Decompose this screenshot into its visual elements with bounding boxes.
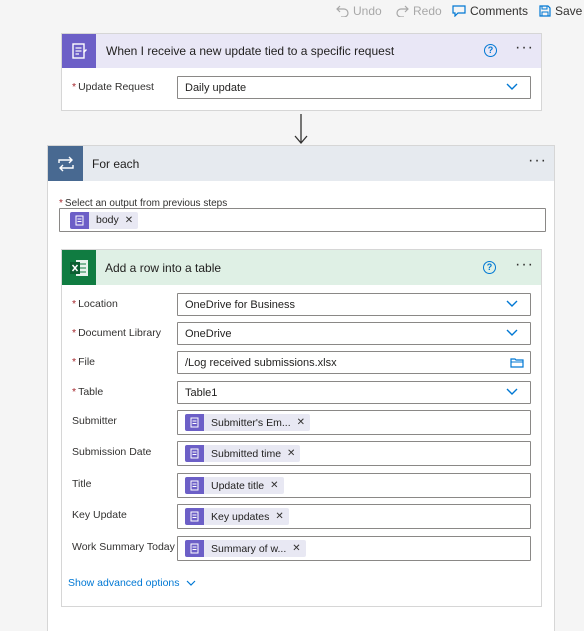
submission-date-input[interactable]: Submitted time ✕ — [177, 441, 531, 466]
document-library-label: * Document Library — [72, 327, 161, 339]
excel-icon-box — [62, 250, 96, 285]
undo-button[interactable]: Undo — [336, 4, 382, 18]
table-label: * Table — [72, 386, 104, 398]
help-icon[interactable]: ? — [483, 261, 496, 274]
key-update-token[interactable]: Key updates ✕ — [185, 508, 289, 525]
remove-token-icon[interactable]: ✕ — [297, 417, 305, 428]
work-summary-token[interactable]: Summary of w... ✕ — [185, 540, 306, 557]
file-input[interactable]: /Log received submissions.xlsx — [177, 351, 531, 374]
loop-icon — [57, 156, 74, 171]
work-summary-token-label: Summary of w... — [211, 542, 287, 555]
undo-icon — [336, 5, 349, 17]
comments-label: Comments — [470, 4, 529, 18]
submission-date-label: Submission Date — [72, 446, 152, 458]
form-icon — [185, 540, 204, 557]
show-advanced-options-link[interactable]: Show advanced options — [68, 577, 196, 589]
remove-token-icon[interactable]: ✕ — [292, 543, 300, 554]
body-token-label: body — [96, 214, 119, 226]
redo-label: Redo — [413, 4, 442, 18]
submitter-token[interactable]: Submitter's Em... ✕ — [185, 414, 310, 431]
foreach-title: For each — [92, 156, 140, 171]
submitter-label: Submitter — [72, 415, 117, 427]
more-options-icon[interactable]: ··· — [528, 153, 547, 169]
chevron-down-icon — [506, 300, 518, 307]
trigger-icon-box — [62, 34, 96, 68]
form-icon — [185, 508, 204, 525]
comments-button[interactable]: Comments — [452, 4, 528, 18]
work-summary-input[interactable]: Summary of w... ✕ — [177, 536, 531, 561]
trigger-title: When I receive a new update tied to a sp… — [106, 44, 395, 58]
location-value: OneDrive for Business — [185, 298, 296, 311]
submitter-token-label: Submitter's Em... — [211, 416, 291, 429]
chevron-down-icon — [506, 83, 518, 90]
foreach-header[interactable]: For each ··· — [48, 146, 554, 181]
submitter-input[interactable]: Submitter's Em... ✕ — [177, 410, 531, 435]
more-options-icon[interactable]: ··· — [515, 40, 534, 56]
table-dropdown[interactable]: Table1 — [177, 381, 531, 404]
save-icon — [539, 5, 551, 17]
foreach-icon-box — [48, 146, 83, 181]
foreach-card: For each ··· * Select an output from prev… — [47, 145, 555, 631]
chevron-down-icon — [186, 580, 195, 586]
help-icon[interactable]: ? — [484, 44, 497, 57]
command-bar: Undo Redo Comments Save — [0, 0, 584, 24]
add-row-title: Add a row into a table — [105, 260, 222, 275]
file-label: * File — [72, 356, 96, 368]
remove-token-icon[interactable]: ✕ — [287, 448, 295, 459]
arrow-down-icon — [294, 114, 308, 144]
title-input[interactable]: Update title ✕ — [177, 473, 531, 498]
more-options-icon[interactable]: ··· — [515, 257, 534, 273]
form-icon — [185, 445, 204, 462]
work-summary-label: Work Summary Today — [72, 541, 175, 553]
folder-icon[interactable] — [510, 357, 524, 368]
remove-token-icon[interactable]: ✕ — [270, 480, 278, 491]
redo-button[interactable]: Redo — [396, 4, 442, 18]
chevron-down-icon — [506, 388, 518, 395]
key-update-token-label: Key updates — [211, 510, 270, 523]
save-button[interactable]: Save — [539, 4, 582, 18]
title-token-label: Update title — [211, 479, 265, 492]
update-request-label: * Update Request — [72, 81, 154, 93]
file-value: /Log received submissions.xlsx — [185, 356, 337, 369]
submission-date-token[interactable]: Submitted time ✕ — [185, 445, 301, 462]
comment-icon — [452, 5, 466, 17]
key-update-input[interactable]: Key updates ✕ — [177, 504, 531, 529]
show-advanced-options-label: Show advanced options — [68, 577, 180, 589]
form-icon — [72, 43, 87, 59]
form-icon — [185, 414, 204, 431]
form-icon — [185, 477, 204, 494]
document-library-dropdown[interactable]: OneDrive — [177, 322, 531, 345]
save-label: Save — [555, 4, 583, 18]
remove-token-icon[interactable]: ✕ — [275, 511, 283, 522]
title-label: Title — [72, 478, 92, 490]
form-icon — [70, 211, 89, 229]
location-dropdown[interactable]: OneDrive for Business — [177, 293, 531, 316]
remove-token-icon[interactable]: ✕ — [125, 215, 133, 226]
select-output-input[interactable]: body ✕ — [59, 208, 546, 232]
location-label: * Location — [72, 298, 118, 310]
update-request-value: Daily update — [185, 81, 247, 94]
update-request-dropdown[interactable]: Daily update — [177, 76, 531, 99]
body-token[interactable]: body ✕ — [70, 211, 139, 229]
table-value: Table1 — [185, 386, 218, 399]
key-update-label: Key Update — [72, 509, 127, 521]
document-library-value: OneDrive — [185, 327, 232, 340]
redo-icon — [396, 5, 409, 17]
add-row-header[interactable]: Add a row into a table ? ··· — [62, 250, 541, 285]
submission-date-token-label: Submitted time — [211, 447, 282, 460]
chevron-down-icon — [506, 329, 518, 336]
title-token[interactable]: Update title ✕ — [185, 477, 284, 494]
undo-label: Undo — [353, 4, 382, 18]
excel-icon — [70, 259, 88, 276]
add-row-card: Add a row into a table ? ··· * Location O… — [61, 249, 542, 607]
trigger-card: When I receive a new update tied to a sp… — [61, 33, 542, 111]
trigger-header[interactable]: When I receive a new update tied to a sp… — [62, 34, 541, 68]
